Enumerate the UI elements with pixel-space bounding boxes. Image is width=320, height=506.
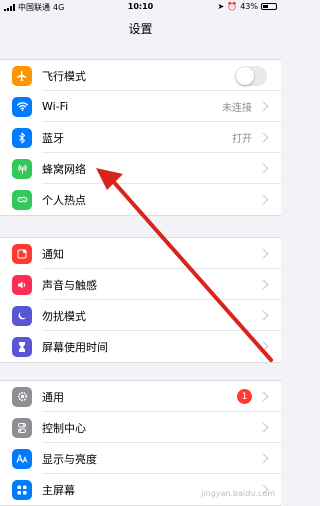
settings-row-display-brightness[interactable]: 显示与亮度 [0,443,281,474]
settings-row-wifi[interactable]: Wi-Fi 未连接 [0,91,281,122]
airplane-mode-toggle[interactable] [235,65,267,86]
settings-group-connectivity: 飞行模式 Wi-Fi 未连接 蓝牙 打开 蜂窝网络 个人热点 [0,59,281,216]
chevron-right-icon [258,279,269,290]
status-right: ➤ ⏰ 43% [218,2,277,11]
wifi-icon [12,96,32,117]
airplane-icon [12,65,32,86]
update-badge: 1 [237,389,252,404]
settings-group-notifications: 通知 声音与触感 勿扰模式 屏幕使用时间 [0,237,281,363]
notification-icon [12,243,32,264]
row-label: Wi-Fi [42,100,69,113]
row-label: 控制中心 [42,421,86,435]
hotspot-icon [12,189,32,210]
settings-row-bluetooth[interactable]: 蓝牙 打开 [0,122,281,153]
row-label: 屏幕使用时间 [42,340,108,354]
bluetooth-icon [12,127,32,148]
settings-row-personal-hotspot[interactable]: 个人热点 [0,184,281,215]
settings-row-cellular[interactable]: 蜂窝网络 [0,153,281,184]
chevron-right-icon [258,248,269,259]
settings-row-control-center[interactable]: 控制中心 [0,412,281,443]
bluetooth-status-value: 打开 [232,134,252,145]
hourglass-icon [12,336,32,357]
row-label: 通知 [42,247,64,261]
chevron-right-icon [258,341,269,352]
row-label: 勿扰模式 [42,309,86,323]
battery-icon [261,3,277,10]
row-label: 声音与触感 [42,278,97,292]
battery-percent: 43% [240,2,258,11]
home-screen-icon [12,479,32,500]
settings-row-do-not-disturb[interactable]: 勿扰模式 [0,300,281,331]
settings-group-general: 通用 1 控制中心 显示与亮度 主屏幕 [0,380,281,506]
page-title: 设置 [0,14,281,44]
settings-row-airplane-mode[interactable]: 飞行模式 [0,60,281,91]
settings-row-general[interactable]: 通用 1 [0,381,281,412]
chevron-right-icon [258,422,269,433]
settings-row-sounds[interactable]: 声音与触感 [0,269,281,300]
row-label: 飞行模式 [42,69,86,83]
display-aa-icon [12,448,32,469]
speaker-icon [12,274,32,295]
settings-row-notifications[interactable]: 通知 [0,238,281,269]
chevron-right-icon [258,194,269,205]
chevron-right-icon [258,453,269,464]
chevron-right-icon [258,132,269,143]
alarm-icon: ⏰ [227,2,238,11]
settings-row-screen-time[interactable]: 屏幕使用时间 [0,331,281,362]
gear-icon [12,386,32,407]
toggle-knob [236,66,254,85]
chevron-right-icon [258,101,269,112]
moon-icon [12,305,32,326]
chevron-right-icon [258,391,269,402]
row-label: 显示与亮度 [42,452,97,466]
chevron-right-icon [258,163,269,174]
row-label: 通用 [42,390,64,404]
row-label: 个人热点 [42,193,86,207]
wifi-status-value: 未连接 [222,103,252,114]
watermark: jingyan.baidu.com [201,489,275,498]
control-center-icon [12,417,32,438]
location-icon: ➤ [217,2,225,11]
cellular-antenna-icon [12,158,32,179]
row-label: 蓝牙 [42,131,64,145]
chevron-right-icon [258,310,269,321]
status-bar: 中国联通 4G 10:10 ➤ ⏰ 43% [0,0,281,14]
row-label: 蜂窝网络 [42,162,86,176]
